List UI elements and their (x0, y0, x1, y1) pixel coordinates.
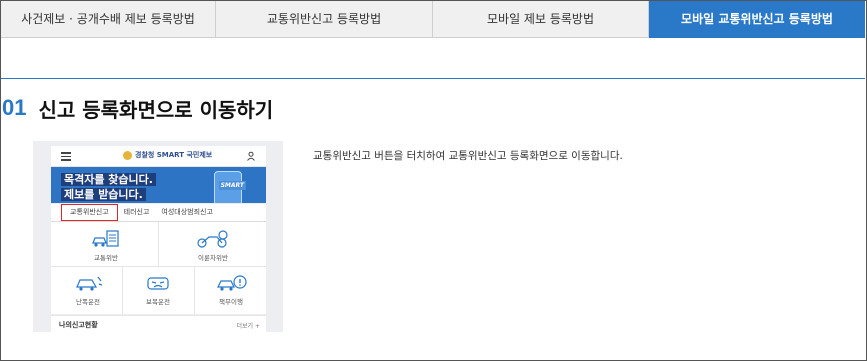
menu-label: 교통위반 (94, 254, 118, 262)
menu-motorcycle-violation[interactable]: 이륜차위반 (183, 229, 243, 262)
logo-text: 경찰청 SMART 국민제보 (135, 151, 213, 159)
menu-traffic-violation[interactable]: 교통위반 (81, 229, 131, 262)
step-title: 신고 등록화면으로 이동하기 (38, 97, 274, 122)
hamburger-menu-icon (61, 152, 71, 161)
app-logo: 경찰청 SMART 국민제보 (123, 150, 212, 160)
step-number: 01 (2, 95, 27, 120)
tab-incident-report[interactable]: 사건제보 · 공개수배 제보 등록방법 (1, 1, 216, 38)
tab-traffic-report[interactable]: 교통위반신고 등록방법 (216, 1, 433, 38)
menu-reckless-driving[interactable]: 난폭운전 (63, 273, 113, 306)
report-status-label: 나의신고현황 (59, 321, 98, 329)
method-tabs: 사건제보 · 공개수배 제보 등록방법 교통위반신고 등록방법 모바일 제보 등… (1, 1, 865, 38)
menu-label: 책무이행 (219, 298, 243, 306)
promo-banner: 목격자를 찾습니다. 제보를 받습니다. SMART (51, 167, 266, 203)
subtab-traffic-report[interactable]: 교통위반신고 (61, 204, 118, 221)
reckless-car-icon (76, 276, 103, 291)
my-report-status: 나의신고현황 더보기 + (51, 315, 266, 332)
banner-line-1: 목격자를 찾습니다. (61, 173, 156, 186)
tab-mobile-report[interactable]: 모바일 제보 등록방법 (433, 1, 649, 38)
grid-divider (51, 266, 266, 267)
tab-mobile-traffic-report[interactable]: 모바일 교통위반신고 등록방법 (649, 1, 865, 38)
section-divider (1, 78, 865, 79)
subtab-terror-report[interactable]: 테러신고 (118, 205, 156, 220)
car-document-icon (92, 230, 119, 247)
step-heading: 01 신고 등록화면으로 이동하기 (2, 93, 273, 123)
subtab-women-crime-report[interactable]: 여성대상범죄신고 (155, 205, 219, 220)
menu-duty-fulfillment[interactable]: 책무이행 (204, 273, 258, 306)
angry-car-icon (147, 277, 169, 290)
banner-line-2: 제보를 받습니다. (61, 188, 146, 201)
smart-badge: SMART (218, 181, 246, 190)
report-type-tabs: 교통위반신고 테러신고 여성대상범죄신고 (51, 204, 266, 222)
motorcycle-icon (197, 230, 228, 248)
more-link[interactable]: 더보기 + (237, 321, 261, 330)
menu-label: 보복운전 (146, 298, 170, 306)
step-description: 교통위반신고 버튼을 터치하여 교통위반신고 등록화면으로 이동합니다. (313, 150, 623, 162)
grid-divider (158, 222, 159, 266)
menu-label: 난폭운전 (76, 298, 100, 306)
police-emblem-icon (123, 150, 132, 160)
menu-retaliatory-driving[interactable]: 보복운전 (133, 273, 183, 306)
menu-label: 이륜차위반 (198, 254, 228, 262)
car-warning-icon (217, 275, 247, 291)
phone-screenshot: 경찰청 SMART 국민제보 목격자를 찾습니다. 제보를 받습니다. SMAR… (33, 141, 283, 332)
grid-divider (194, 266, 195, 314)
grid-divider (122, 266, 123, 314)
report-menu-grid: 교통위반 이륜차위반 난폭운전 보복운전 책무이행 (51, 222, 266, 314)
app-header: 경찰청 SMART 국민제보 (51, 146, 266, 167)
user-icon (247, 151, 255, 161)
